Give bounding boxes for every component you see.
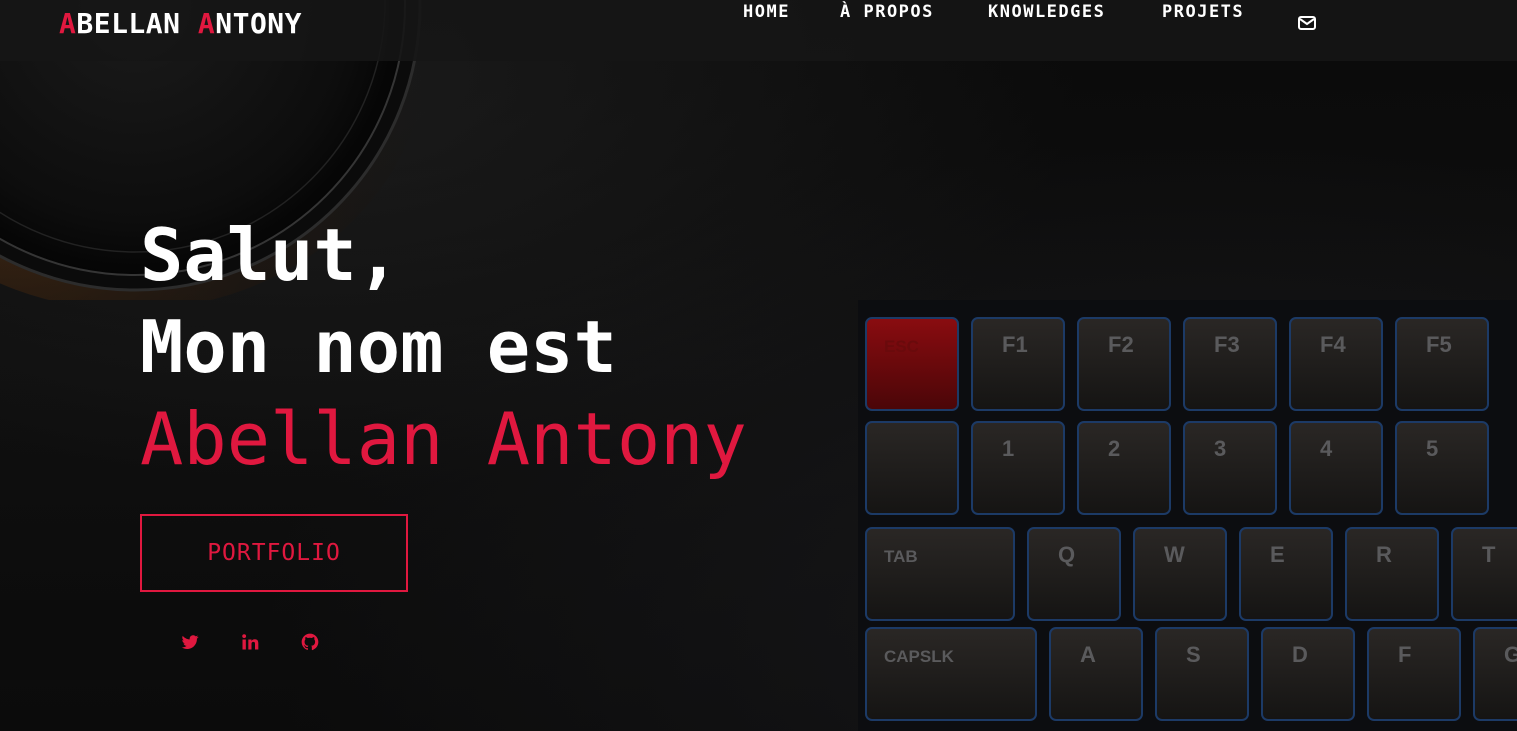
keycap-label: F5 <box>1426 332 1452 357</box>
keycap <box>1027 527 1121 621</box>
brand-logo[interactable]: ABELLAN ANTONY <box>59 7 302 41</box>
keycap <box>1395 421 1489 515</box>
keycap-label: 5 <box>1426 436 1438 461</box>
brand-last-rest: NTONY <box>215 7 303 40</box>
brand-first-initial: A <box>59 7 77 40</box>
keycap <box>1289 421 1383 515</box>
navbar: ABELLAN ANTONY HOME À PROPOS KNOWLEDGES … <box>0 0 1517 61</box>
keycap <box>1239 527 1333 621</box>
keyboard-image: ESC F1 F2 F3 F4 F5 1 2 3 4 5 TAB Q W E R T CAPSLK A S D F G <box>858 300 1517 731</box>
keycap <box>1133 527 1227 621</box>
keycap <box>971 317 1065 411</box>
nav-home[interactable]: HOME <box>743 0 790 24</box>
keycap-label: 2 <box>1108 436 1120 461</box>
keycap <box>1077 317 1171 411</box>
github-icon[interactable] <box>300 632 320 652</box>
keycap <box>865 627 1037 721</box>
keycap-label: F4 <box>1320 332 1346 357</box>
keycap-label: F2 <box>1108 332 1134 357</box>
keycap-label: 4 <box>1320 436 1333 461</box>
twitter-icon[interactable] <box>180 632 200 652</box>
hero-greeting: Salut, <box>140 213 401 297</box>
linkedin-icon[interactable] <box>240 632 260 652</box>
keycap-label: 3 <box>1214 436 1226 461</box>
keycap-label: S <box>1186 642 1201 667</box>
keycap-label: CAPSLK <box>884 647 955 666</box>
keycap <box>1367 627 1461 721</box>
keycap <box>971 421 1065 515</box>
keycap <box>1049 627 1143 721</box>
keycap-label: F <box>1398 642 1411 667</box>
keycap-label: ESC <box>884 337 919 356</box>
keycap <box>1077 421 1171 515</box>
keycap <box>865 421 959 515</box>
keycap <box>1183 317 1277 411</box>
keycap-label: Q <box>1058 542 1075 567</box>
brand-last-initial: A <box>197 7 216 40</box>
keycap <box>865 527 1015 621</box>
keycap-label: E <box>1270 542 1285 567</box>
nav-a-propos[interactable]: À PROPOS <box>840 0 934 24</box>
keycap-label: G <box>1504 642 1517 667</box>
keycap <box>1289 317 1383 411</box>
keycap-label: T <box>1482 542 1496 567</box>
hero-intro: Mon nom est <box>140 305 617 389</box>
keycap <box>1345 527 1439 621</box>
page: ESC F1 F2 F3 F4 F5 1 2 3 4 5 TAB Q W E R T CAPSLK A S D F G AB… <box>0 0 1517 731</box>
keycap-label: A <box>1080 642 1096 667</box>
keycap-label: R <box>1376 542 1392 567</box>
keycap-label: TAB <box>884 547 918 566</box>
keycap <box>1473 627 1517 721</box>
nav-knowledges[interactable]: KNOWLEDGES <box>988 0 1105 24</box>
keycap-label: F1 <box>1002 332 1028 357</box>
keycap-esc <box>865 317 959 411</box>
keycap <box>1261 627 1355 721</box>
portfolio-button[interactable]: PORTFOLIO <box>140 514 408 592</box>
keycap-label: F3 <box>1214 332 1240 357</box>
portfolio-button-label: PORTFOLIO <box>207 540 341 566</box>
keycap-label: 1 <box>1002 436 1014 461</box>
mail-icon[interactable] <box>1298 16 1316 30</box>
keycap <box>1183 421 1277 515</box>
nav-projets[interactable]: PROJETS <box>1162 0 1244 24</box>
keycap-label: D <box>1292 642 1308 667</box>
brand-first-rest: BELLAN <box>76 7 181 40</box>
keycap <box>1451 527 1517 621</box>
keycap-label: W <box>1164 542 1185 567</box>
keycap <box>1395 317 1489 411</box>
hero-name: Abellan Antony <box>140 397 747 481</box>
keycap <box>1155 627 1249 721</box>
